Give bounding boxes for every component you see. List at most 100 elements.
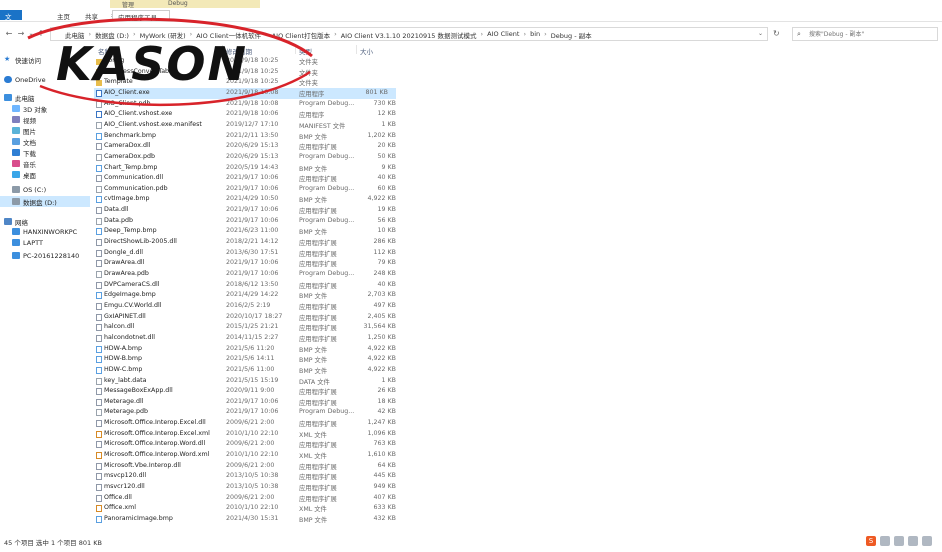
nav-item[interactable]: OneDrive — [0, 74, 90, 85]
breadcrumb-item[interactable]: AIO Client一体机软件 — [196, 30, 261, 40]
file-row[interactable]: key_labt.data 2021/5/15 15:19 DATA 文件 1 KB — [94, 376, 404, 387]
nav-item[interactable]: LAPTT — [0, 237, 90, 248]
file-row[interactable]: Office.dll 2009/6/21 2:00 应用程序扩展 407 KB — [94, 493, 404, 504]
breadcrumb-item[interactable]: AIO Client — [487, 30, 519, 40]
refresh-icon[interactable]: ↻ — [773, 29, 780, 38]
nav-item[interactable]: 桌面 — [0, 169, 90, 180]
breadcrumb-item[interactable]: 数据盘 (D:) — [95, 30, 129, 40]
ime-mode-icon[interactable] — [880, 536, 890, 546]
up-arrow-icon[interactable]: ↑ — [36, 28, 46, 40]
file-row[interactable]: CameraDox.dll 2020/6/29 15:13 应用程序扩展 20 KB — [94, 141, 404, 152]
tab-file[interactable]: 文件 — [0, 10, 22, 31]
column-divider[interactable] — [295, 45, 296, 54]
tab-home[interactable]: 主页 — [52, 10, 75, 21]
nav-item[interactable]: 此电脑 — [0, 92, 90, 103]
breadcrumb-item[interactable]: AIO Client V3.1.10 20210915 数据测试模式 — [341, 30, 477, 40]
file-row[interactable]: CameraDox.pdb 2020/6/29 15:13 Program Debu… — [94, 152, 404, 163]
file-row[interactable]: GxIAPINET.dll 2020/10/17 18:27 应用程序扩展 2,405… — [94, 312, 404, 323]
file-row[interactable]: Benchmark.bmp 2021/2/11 13:50 BMP 文件 1,202 … — [94, 131, 404, 142]
search-input[interactable] — [809, 29, 933, 40]
tab-app-tools[interactable]: 应用程序工具 — [112, 10, 170, 22]
column-name[interactable]: 名称 — [98, 46, 111, 56]
file-row[interactable]: halcondotnet.dll 2014/11/15 2:27 应用程序扩展 1,2… — [94, 333, 404, 344]
breadcrumb-item[interactable]: Debug - 副本 — [551, 30, 592, 40]
nav-item[interactable]: HANXINWORKPC — [0, 226, 90, 237]
file-row[interactable]: msvcp120.dll 2013/10/5 10:38 应用程序扩展 445 KB — [94, 471, 404, 482]
file-row[interactable]: AIO_Client.pdb 2021/9/18 10:08 Program Deb… — [94, 99, 404, 110]
breadcrumb-separator-icon[interactable]: › — [89, 30, 92, 40]
settings-gear-icon[interactable] — [922, 536, 932, 546]
tab-share[interactable]: 共享 — [80, 10, 103, 21]
nav-item[interactable]: OS (C:) — [0, 184, 90, 195]
breadcrumb-item[interactable]: bin — [530, 30, 540, 40]
column-type[interactable]: 类型 — [299, 46, 312, 56]
column-date[interactable]: 修改日期 — [226, 46, 252, 56]
search-box[interactable]: ⌕ — [792, 27, 938, 41]
details-view-icon[interactable] — [894, 536, 904, 546]
file-row[interactable]: HDW-B.bmp 2021/5/6 14:11 BMP 文件 4,922 KB — [94, 354, 404, 365]
breadcrumb-separator-icon[interactable]: › — [265, 30, 268, 40]
nav-item[interactable]: PC-20161228140 — [0, 250, 90, 261]
file-row[interactable]: Microsoft.Office.Interop.Excel.xml 2010/1… — [94, 429, 404, 440]
nav-item[interactable]: 图片 — [0, 125, 90, 136]
file-row[interactable]: DirectShowLib-2005.dll 2018/2/21 14:12 应用程… — [94, 237, 404, 248]
file-row[interactable]: Meterage.dll 2021/9/17 10:06 应用程序扩展 18 KB — [94, 397, 404, 408]
nav-item[interactable]: ★ 快速访问 — [0, 54, 90, 65]
nav-item[interactable]: 音乐 — [0, 158, 90, 169]
file-row[interactable]: Microsoft.Office.Interop.Word.xml 2010/1/… — [94, 450, 404, 461]
file-row[interactable]: AIO_Client.vshost.exe.manifest 2019/12/7 … — [94, 120, 404, 131]
column-divider[interactable] — [356, 45, 357, 54]
file-row[interactable]: Chart_Temp.bmp 2020/5/19 14:43 BMP 文件 9 KB — [94, 163, 404, 174]
breadcrumb-separator-icon[interactable]: › — [480, 30, 483, 40]
file-row[interactable]: cvtImage.bmp 2021/4/29 10:50 BMP 文件 4,922 K… — [94, 194, 404, 205]
file-row[interactable]: PanoramicImage.bmp 2021/4/30 15:31 BMP 文件 4… — [94, 514, 404, 525]
column-divider[interactable] — [222, 45, 223, 54]
file-row[interactable]: msvcr120.dll 2013/10/5 10:38 应用程序扩展 949 KB — [94, 482, 404, 493]
file-row[interactable]: Data.pdb 2021/9/17 10:06 Program Debug... 5… — [94, 216, 404, 227]
file-row[interactable]: Deep_Temp.bmp 2021/6/23 11:00 BMP 文件 10 KB — [94, 226, 404, 237]
breadcrumb-separator-icon[interactable]: › — [133, 30, 136, 40]
breadcrumb-separator-icon[interactable]: › — [334, 30, 337, 40]
nav-item[interactable]: 数据盘 (D:) — [0, 196, 90, 207]
breadcrumb-item[interactable]: AIO Client打包版本 — [272, 30, 330, 40]
file-row[interactable]: DrawArea.dll 2021/9/17 10:06 应用程序扩展 79 KB — [94, 258, 404, 269]
file-row[interactable]: Microsoft.Office.Interop.Word.dll 2009/6/… — [94, 439, 404, 450]
breadcrumb-item[interactable]: 此电脑 — [65, 30, 85, 40]
nav-item[interactable]: 3D 对象 — [0, 103, 90, 114]
breadcrumb-separator-icon[interactable]: › — [544, 30, 547, 40]
forward-arrow-icon[interactable]: → — [16, 28, 26, 40]
file-row[interactable]: EdgeImage.bmp 2021/4/29 14:22 BMP 文件 2,703 … — [94, 290, 404, 301]
thumbnail-view-icon[interactable] — [908, 536, 918, 546]
file-row[interactable]: Meterage.pdb 2021/9/17 10:06 Program Debug… — [94, 407, 404, 418]
file-row[interactable]: Emgu.CV.World.dll 2016/2/5 2:19 应用程序扩展 497 … — [94, 301, 404, 312]
file-row[interactable]: HardnessConvertTable 2021/9/18 10:25 文件夹 — [94, 67, 404, 78]
file-row[interactable]: Dongle_d.dll 2013/6/30 17:51 应用程序扩展 112 KB — [94, 248, 404, 259]
file-row[interactable]: MessageBoxExApp.dll 2020/9/11 9:00 应用程序扩展 2… — [94, 386, 404, 397]
nav-item[interactable]: 下载 — [0, 147, 90, 158]
file-row[interactable]: HDW-C.bmp 2021/5/6 11:00 BMP 文件 4,922 KB — [94, 365, 404, 376]
address-bar[interactable]: 此电脑 › 数据盘 (D:) › MyWork (研发) › AIO Client一体机软件… — [50, 27, 768, 41]
file-row[interactable]: DVPCameraCS.dll 2018/6/12 13:50 应用程序扩展 40 K… — [94, 280, 404, 291]
file-row[interactable]: DrawArea.pdb 2021/9/17 10:06 Program Debug… — [94, 269, 404, 280]
nav-item[interactable]: 视频 — [0, 114, 90, 125]
file-row[interactable]: HDW-A.bmp 2021/5/6 11:20 BMP 文件 4,922 KB — [94, 344, 404, 355]
file-row[interactable]: AIO_Client.exe 2021/9/18 10:08 应用程序 801 KB — [94, 87, 396, 99]
back-arrow-icon[interactable]: ← — [4, 28, 14, 40]
file-row[interactable]: Office.xml 2010/1/10 22:10 XML 文件 633 KB — [94, 503, 404, 514]
recent-chevron-icon[interactable]: ⌄ — [26, 28, 36, 40]
file-row[interactable]: Data.dll 2021/9/17 10:06 应用程序扩展 19 KB — [94, 205, 404, 216]
breadcrumb-separator-icon[interactable]: › — [523, 30, 526, 40]
file-row[interactable]: halcon.dll 2015/1/25 21:21 应用程序扩展 31,564 KB — [94, 322, 404, 333]
breadcrumb-separator-icon[interactable]: › — [190, 30, 193, 40]
nav-item[interactable]: 文档 — [0, 136, 90, 147]
file-row[interactable]: Communication.dll 2021/9/17 10:06 应用程序扩展 40… — [94, 173, 404, 184]
column-size[interactable]: 大小 — [360, 46, 373, 56]
breadcrumb-item[interactable]: MyWork (研发) — [140, 30, 186, 40]
file-row[interactable]: Microsoft.Vbe.Interop.dll 2009/6/21 2:00 应… — [94, 461, 404, 472]
file-row[interactable]: AIO_Client.vshost.exe 2021/9/18 10:06 应用程序… — [94, 109, 404, 120]
context-tab-label[interactable]: 管理 — [122, 0, 134, 9]
file-row[interactable]: Template 2021/9/18 10:25 文件夹 — [94, 77, 404, 88]
file-row[interactable]: Config 2021/9/18 10:25 文件夹 — [94, 56, 404, 67]
ime-logo-icon[interactable]: S — [866, 536, 876, 546]
address-dropdown-icon[interactable]: ⌄ — [758, 30, 763, 37]
